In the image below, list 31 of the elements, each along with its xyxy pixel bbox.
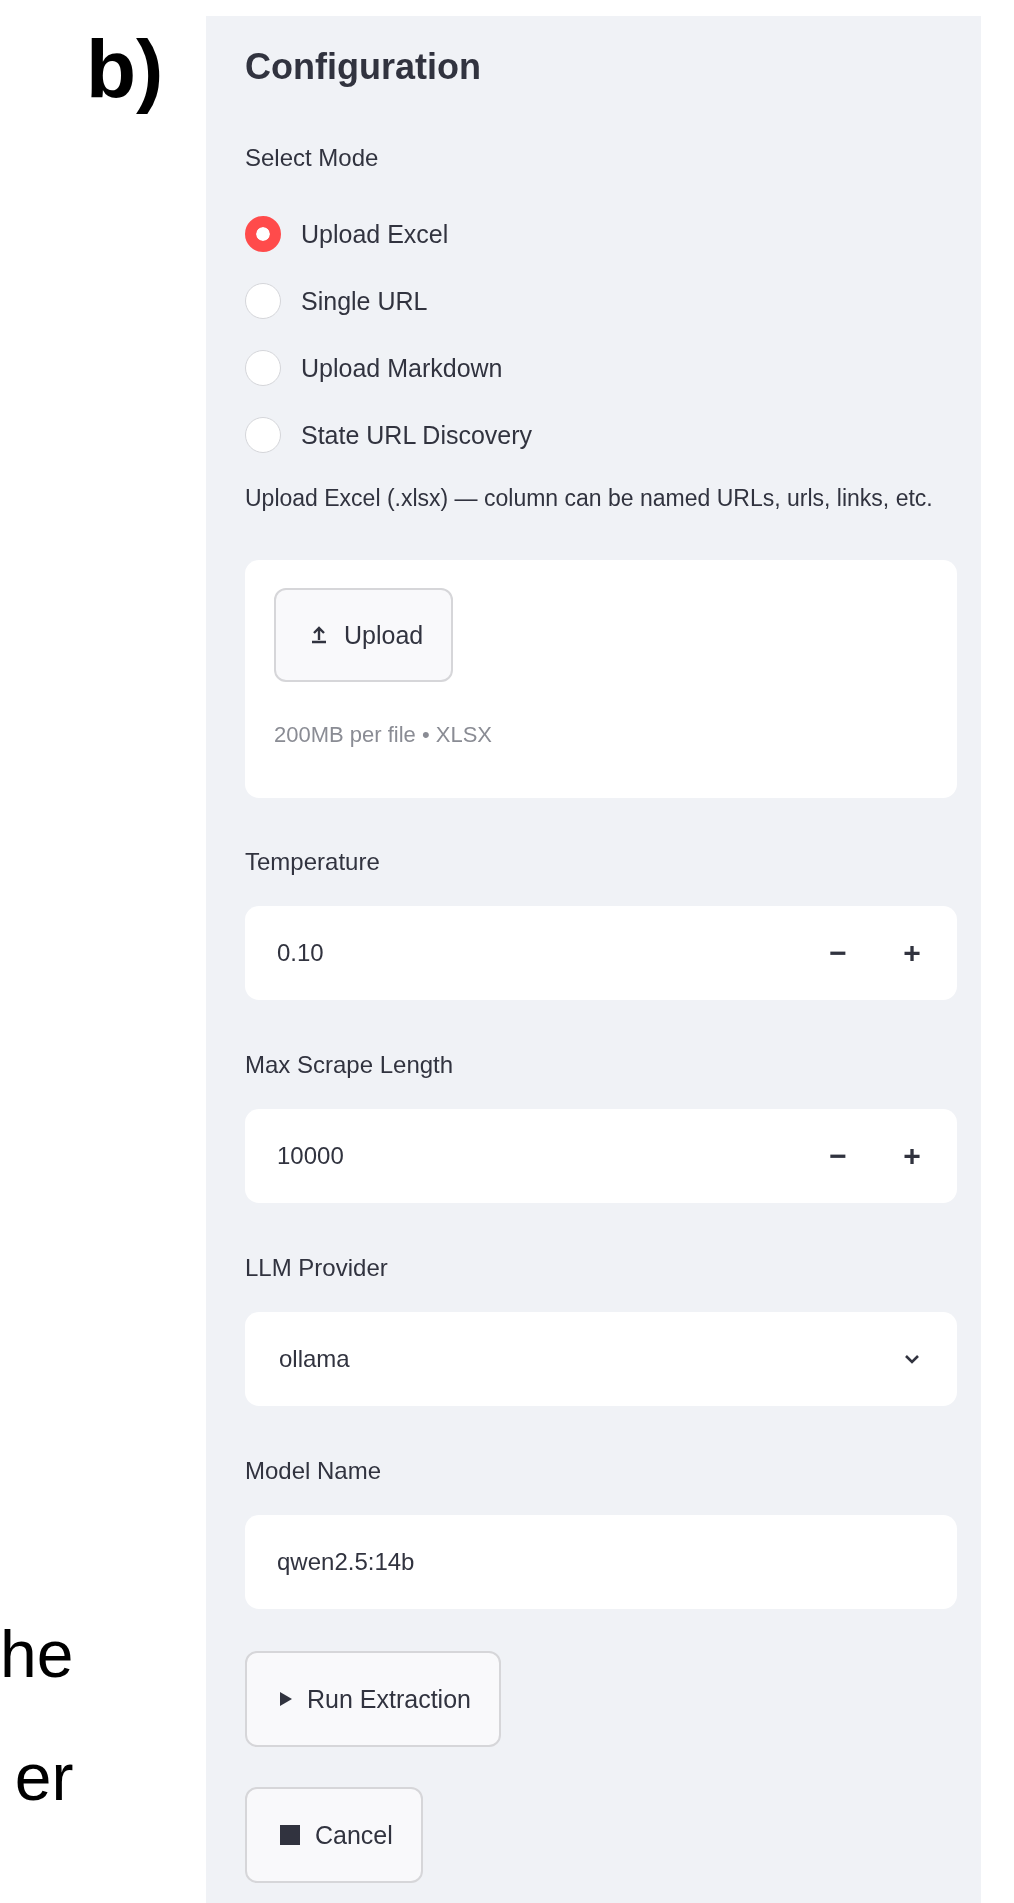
field-label: LLM Provider xyxy=(245,1253,388,1283)
action-button[interactable]: Run Extraction xyxy=(245,1651,501,1747)
chevron-down-icon xyxy=(903,1353,921,1365)
upload-label: Upload Excel (.xlsx) — column can be named URLs, urls, links, etc. xyxy=(245,484,934,513)
upload-button[interactable]: Upload xyxy=(274,588,454,682)
upload-dropzone[interactable]: Upload 200MB per file • XLSX xyxy=(245,560,957,798)
action-button[interactable]: Cancel xyxy=(245,1787,423,1883)
text-input[interactable]: qwen2.5:14b xyxy=(245,1515,957,1609)
decrement-button[interactable]: − xyxy=(801,1139,875,1173)
number-input[interactable]: 10000 − + xyxy=(245,1109,957,1203)
increment-button[interactable]: + xyxy=(875,936,949,970)
field-label: Select Mode xyxy=(245,143,379,173)
field-label: Model Name xyxy=(245,1456,382,1486)
file-limit-hint: 200MB per file • XLSX xyxy=(274,722,494,748)
radio-icon[interactable] xyxy=(245,216,281,252)
number-input[interactable]: 0.10 − + xyxy=(245,906,957,1000)
field-label: Temperature xyxy=(245,847,380,877)
decrement-button[interactable]: − xyxy=(801,936,875,970)
sidebar-title: Configuration xyxy=(245,45,481,89)
field-label: Max Scrape Length xyxy=(245,1050,454,1080)
radio-option[interactable]: Upload Markdown xyxy=(245,350,533,386)
play-icon xyxy=(279,1691,293,1707)
radio-option[interactable]: State URL Discovery xyxy=(245,417,533,453)
select-dropdown[interactable]: ollama xyxy=(245,1312,957,1406)
figure-label: b) xyxy=(86,22,164,116)
increment-button[interactable]: + xyxy=(875,1139,949,1173)
body-text: er xyxy=(14,1740,74,1814)
body-text: he xyxy=(0,1618,74,1691)
stop-icon xyxy=(279,1824,301,1846)
radio-option[interactable]: Single URL xyxy=(245,283,533,319)
radio-option[interactable]: Upload Excel xyxy=(245,216,533,252)
